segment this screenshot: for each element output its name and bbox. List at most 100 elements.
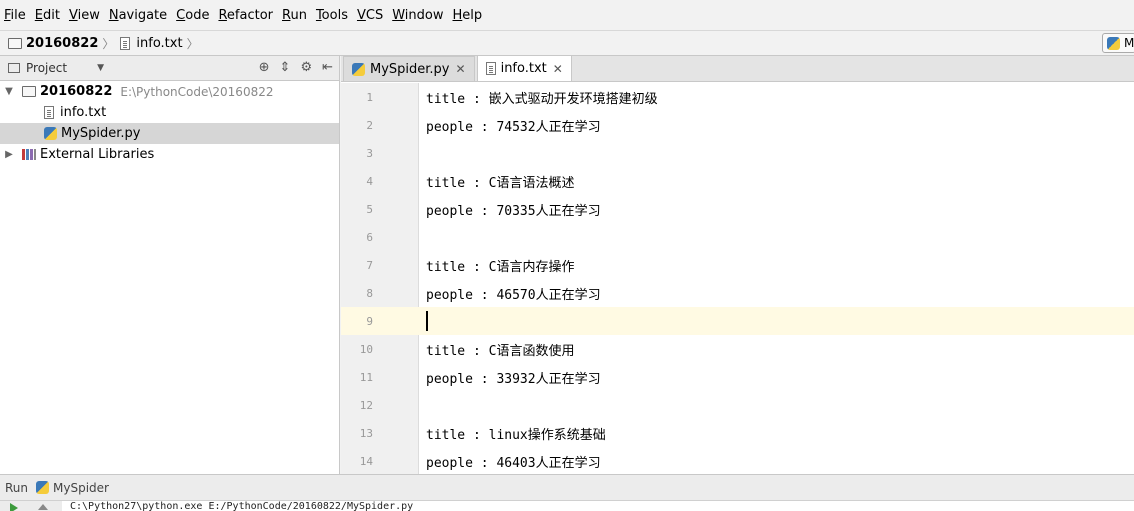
line-number: 9 [366,314,373,328]
menu-help[interactable]: Help [453,8,483,23]
run-panel-header: Run MySpider [0,474,1134,500]
python-file-icon [352,62,365,76]
tab-info-txt[interactable]: info.txt ✕ [476,55,572,81]
menu-bar: File Edit View Navigate Code Refactor Ru… [0,0,1134,30]
tree-root-path: E:\PythonCode\20160822 [120,84,274,99]
breadcrumb-project-label: 20160822 [26,35,99,51]
project-panel-toolbar: ⊕ ⇕ ⚙ ⇤ [259,60,333,75]
menu-file[interactable]: File [4,8,26,23]
menu-refactor[interactable]: Refactor [218,8,273,23]
project-panel-header: Project ▼ ⊕ ⇕ ⚙ ⇤ [0,56,339,81]
code-line[interactable]: 7 title : C语言内存操作 [341,251,1134,279]
code-line[interactable]: 13 title : linux操作系统基础 [341,419,1134,447]
code-line[interactable]: 14 people : 46403人正在学习 [341,447,1134,475]
text-caret [426,311,428,331]
menu-code[interactable]: Code [176,8,209,23]
line-text: people : 74532人正在学习 [426,119,601,135]
line-text: people : 46403人正在学习 [426,455,601,471]
breadcrumb-file[interactable]: info.txt [120,36,183,51]
line-text: title : 嵌入式驱动开发环境搭建初级 [426,91,658,107]
chevron-right-icon: 〉 [102,36,115,51]
chevron-down-icon[interactable]: ▼ [97,63,104,73]
chevron-right-icon: 〉 [186,36,199,51]
menu-navigate[interactable]: Navigate [109,8,167,23]
line-number: 1 [366,90,373,104]
code-line[interactable]: 2 people : 74532人正在学习 [341,111,1134,139]
tree-item-label: MySpider.py [61,126,141,141]
tab-label: MySpider.py [370,61,450,77]
menu-view[interactable]: View [69,8,100,23]
menu-tools[interactable]: Tools [316,8,348,23]
gear-icon[interactable]: ⚙ [300,60,312,75]
scroll-up-icon[interactable] [38,504,48,510]
code-line[interactable]: 11 people : 33932人正在学习 [341,363,1134,391]
line-number: 8 [366,286,373,300]
line-text: title : C语言语法概述 [426,175,575,191]
expand-arrow-icon[interactable]: ▼ [2,86,16,97]
python-icon [36,481,50,494]
menu-edit[interactable]: Edit [35,8,60,23]
menu-run[interactable]: Run [282,8,307,23]
run-config-selector[interactable]: M [1102,33,1134,53]
line-number: 12 [359,398,373,412]
tree-external-libraries[interactable]: ▶ External Libraries [0,144,339,165]
project-view-icon [8,63,20,73]
tree-item-label: External Libraries [40,147,155,162]
console-toolbar [0,501,62,511]
line-number: 5 [366,202,373,216]
code-line[interactable]: 10 title : C语言函数使用 [341,335,1134,363]
code-line[interactable]: 8 people : 46570人正在学习 [341,279,1134,307]
run-play-icon[interactable] [10,503,18,511]
code-line[interactable]: 12 [341,391,1134,419]
breadcrumb-project[interactable]: 20160822 [8,36,98,51]
close-icon[interactable]: ✕ [456,62,466,76]
editor-tab-bar: MySpider.py ✕ info.txt ✕ [341,55,1134,82]
run-panel-config[interactable]: MySpider [53,481,109,495]
python-icon [1107,36,1120,50]
line-number: 13 [359,426,373,440]
line-number: 14 [359,454,373,468]
line-number: 4 [366,174,373,188]
menu-window[interactable]: Window [392,8,443,23]
code-line[interactable]: 1 title : 嵌入式驱动开发环境搭建初级 [341,83,1134,111]
line-number: 10 [359,342,373,356]
code-line[interactable]: 6 [341,223,1134,251]
folder-icon [22,86,36,97]
folder-icon [8,37,22,49]
tree-item-myspider-py[interactable]: MySpider.py [0,123,339,144]
project-panel: Project ▼ ⊕ ⇕ ⚙ ⇤ ▼ 20160822 E:\PythonCo… [0,56,340,474]
line-text: people : 46570人正在学习 [426,287,601,303]
hide-panel-icon[interactable]: ⇤ [322,60,333,75]
code-editor[interactable]: 1 title : 嵌入式驱动开发环境搭建初级 2 people : 74532人正在… [341,83,1134,474]
menu-vcs[interactable]: VCS [357,8,383,23]
tree-root-folder[interactable]: ▼ 20160822 E:\PythonCode\20160822 [0,81,339,102]
navigation-bar: 20160822 〉 info.txt 〉 M [0,30,1134,56]
console-output-line: C:\Python27\python.exe E:/PythonCode/201… [70,501,414,511]
text-file-icon [44,106,54,119]
tab-label: info.txt [500,61,547,76]
line-text: title : C语言函数使用 [426,343,575,359]
editor-area: MySpider.py ✕ info.txt ✕ 1 title : 嵌入式驱动开… [341,55,1134,474]
collapse-all-icon[interactable]: ⇕ [280,60,291,75]
close-icon[interactable]: ✕ [553,62,563,76]
code-line[interactable]: 3 [341,139,1134,167]
run-panel-title[interactable]: Run [5,481,28,495]
python-file-icon [44,127,57,140]
line-text: title : linux操作系统基础 [426,427,606,443]
run-console[interactable]: C:\Python27\python.exe E:/PythonCode/201… [0,500,1134,511]
code-line[interactable]: 9 [341,307,1134,335]
tab-myspider-py[interactable]: MySpider.py ✕ [343,56,475,81]
tree-item-label: info.txt [60,105,107,120]
text-file-icon [120,36,131,50]
code-line[interactable]: 4 title : C语言语法概述 [341,167,1134,195]
line-text: people : 33932人正在学习 [426,371,601,387]
code-line[interactable]: 5 people : 70335人正在学习 [341,195,1134,223]
collapse-arrow-icon[interactable]: ▶ [2,149,16,160]
tree-item-info-txt[interactable]: info.txt [0,102,339,123]
library-icon [22,149,36,160]
project-panel-title[interactable]: Project [26,61,67,75]
line-number: 6 [366,230,373,244]
locate-icon[interactable]: ⊕ [259,60,270,75]
line-number: 3 [366,146,373,160]
run-config-label: M [1124,36,1134,50]
